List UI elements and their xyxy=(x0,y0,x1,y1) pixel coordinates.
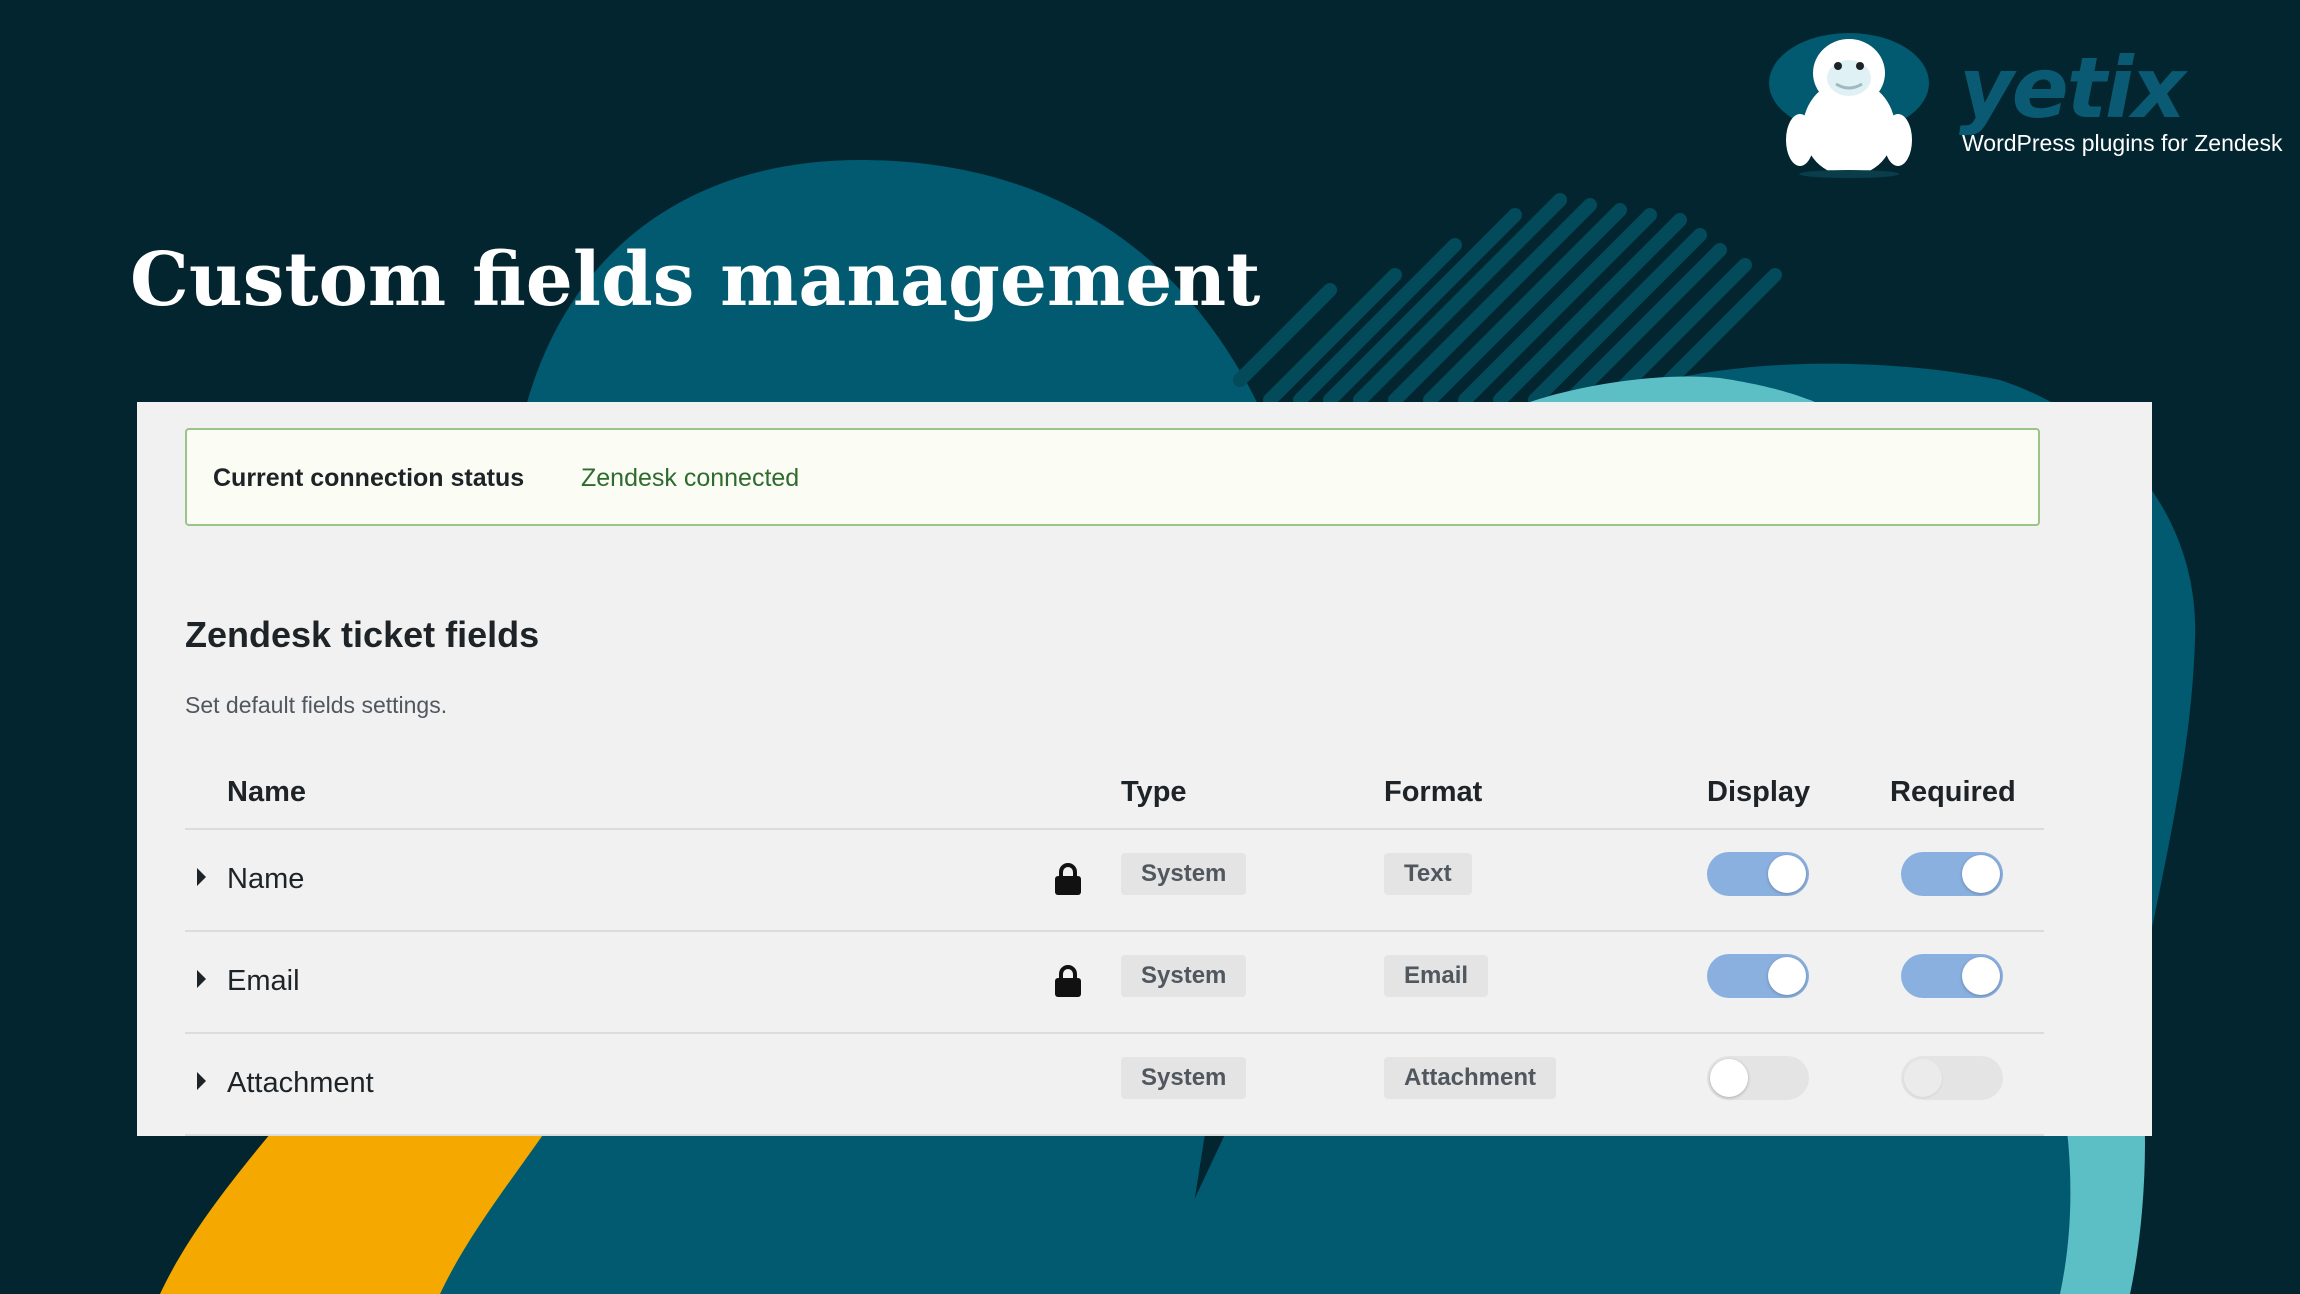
section-description: Set default fields settings. xyxy=(185,692,448,718)
column-header-required: Required xyxy=(1890,776,2016,808)
field-type-badge: System xyxy=(1121,853,1247,895)
table-row: Attachment System Attachment xyxy=(185,1034,2044,1136)
display-toggle[interactable] xyxy=(1707,1056,1809,1100)
display-toggle[interactable] xyxy=(1707,954,1809,998)
page-title: Custom fields management xyxy=(130,237,1261,323)
column-header-format: Format xyxy=(1384,776,1483,808)
required-toggle[interactable] xyxy=(1901,852,2003,896)
yeti-mascot-icon xyxy=(1769,33,1929,178)
section-title: Zendesk ticket fields xyxy=(185,614,540,655)
expand-caret-icon[interactable] xyxy=(197,970,206,988)
field-type-badge: System xyxy=(1121,955,1247,997)
expand-caret-icon[interactable] xyxy=(197,868,206,886)
display-toggle[interactable] xyxy=(1707,852,1809,896)
field-format-badge: Attachment xyxy=(1384,1057,1557,1099)
field-name[interactable]: Attachment xyxy=(227,1067,374,1100)
required-toggle[interactable] xyxy=(1901,954,2003,998)
column-header-display: Display xyxy=(1707,776,1811,808)
lock-icon xyxy=(1055,863,1081,895)
field-name[interactable]: Email xyxy=(227,965,300,998)
connection-status-notice: Current connection status Zendesk connec… xyxy=(185,428,2040,526)
table-row: Name System Text xyxy=(185,830,2044,932)
brand-wordmark: yetix xyxy=(1959,39,2186,137)
brand-tagline: WordPress plugins for Zendesk xyxy=(1962,130,2283,156)
brand-logo: yetix WordPress plugins for Zendesk xyxy=(1764,28,2284,178)
required-toggle xyxy=(1901,1056,2003,1100)
table-row: Email System Email xyxy=(185,932,2044,1034)
connection-status-value: Zendesk connected xyxy=(581,464,800,492)
settings-panel: Current connection status Zendesk connec… xyxy=(137,402,2152,1136)
field-format-badge: Email xyxy=(1384,955,1489,997)
ticket-fields-table: Name Type Format Display Required Name S… xyxy=(185,758,2044,1136)
table-header: Name Type Format Display Required xyxy=(185,758,2044,830)
lock-icon xyxy=(1055,965,1081,997)
field-type-badge: System xyxy=(1121,1057,1247,1099)
column-header-type: Type xyxy=(1121,776,1187,808)
field-format-badge: Text xyxy=(1384,853,1472,895)
expand-caret-icon[interactable] xyxy=(197,1072,206,1090)
connection-status-label: Current connection status xyxy=(213,464,525,492)
column-header-name: Name xyxy=(227,776,306,808)
field-name[interactable]: Name xyxy=(227,863,304,896)
